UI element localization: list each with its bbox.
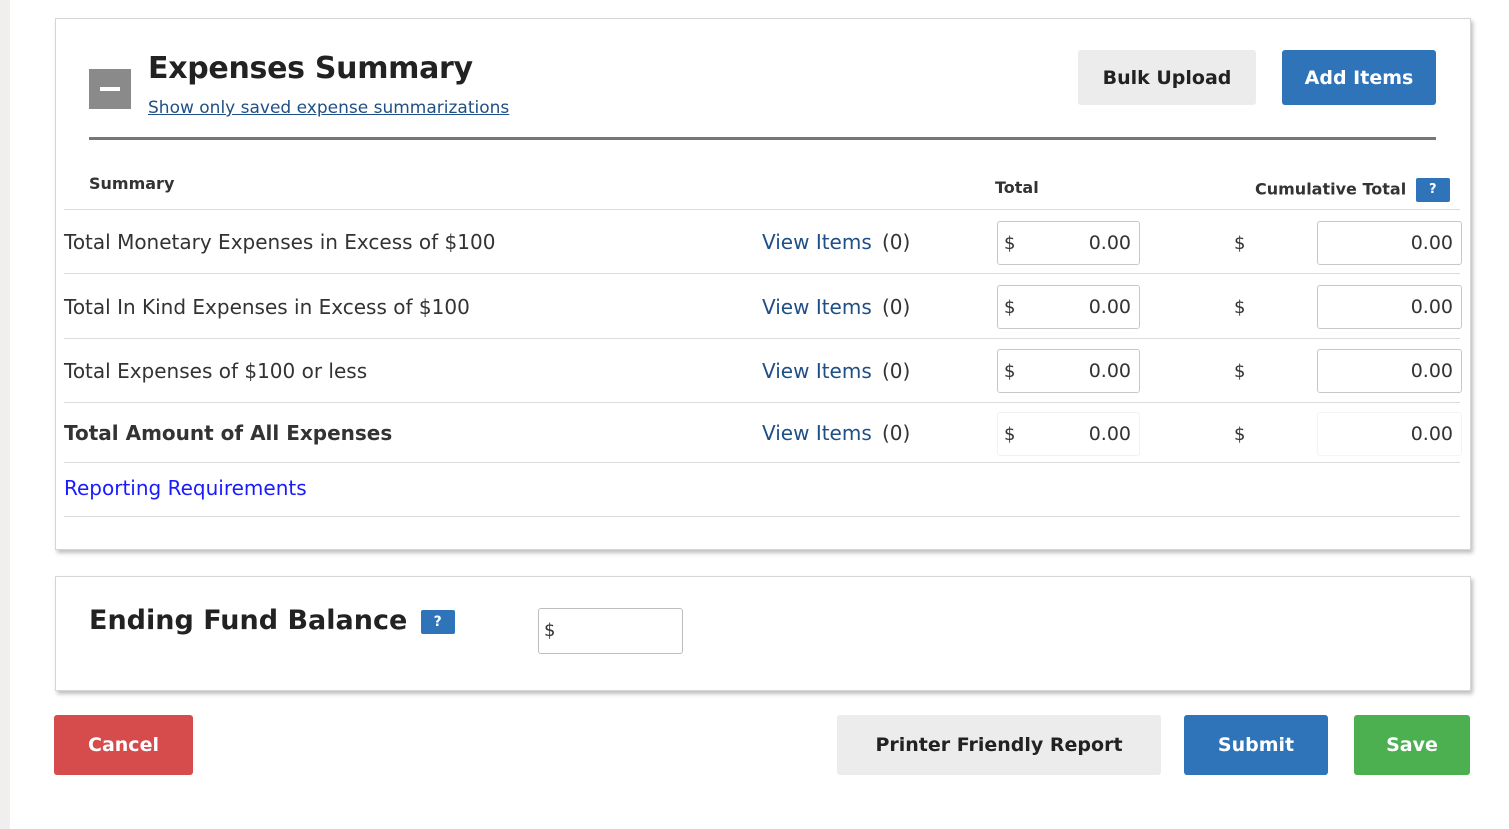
cumulative-total-field[interactable]: [1317, 285, 1462, 329]
header-divider: [89, 137, 1436, 140]
item-count: (0): [882, 230, 911, 254]
item-count: (0): [882, 421, 911, 445]
show-saved-summarizations-link[interactable]: Show only saved expense summarizations: [148, 98, 509, 118]
row-label: Total Expenses of $100 or less: [64, 359, 368, 383]
printer-friendly-report-button[interactable]: Printer Friendly Report: [837, 715, 1161, 775]
collapse-toggle-button[interactable]: [89, 69, 131, 109]
total-field[interactable]: $: [997, 221, 1140, 265]
column-header-cumulative-total: Cumulative Total ?: [1255, 178, 1450, 202]
add-items-button[interactable]: Add Items: [1282, 50, 1436, 105]
cumulative-total-readonly: [1333, 421, 1453, 447]
expenses-summary-panel: Expenses Summary Show only saved expense…: [55, 18, 1471, 550]
cumulative-total-input[interactable]: [1333, 230, 1453, 256]
row-label: Total In Kind Expenses in Excess of $100: [64, 295, 470, 319]
currency-symbol: $: [1004, 233, 1016, 254]
item-count: (0): [882, 295, 911, 319]
total-input[interactable]: [1031, 358, 1131, 384]
view-items-link[interactable]: View Items: [762, 359, 872, 383]
fund-help-icon[interactable]: ?: [420, 609, 455, 634]
table-row: Total Expenses of $100 or less View Item…: [64, 338, 1462, 403]
cumulative-total-field[interactable]: [1317, 349, 1462, 393]
total-input[interactable]: [1031, 230, 1131, 256]
cumulative-total-input[interactable]: [1333, 294, 1453, 320]
bulk-upload-button[interactable]: Bulk Upload: [1078, 50, 1256, 105]
column-header-total: Total: [995, 178, 1039, 197]
total-value: $: [997, 412, 1140, 456]
cumulative-currency-symbol: $: [1234, 361, 1246, 382]
submit-button[interactable]: Submit: [1184, 715, 1328, 775]
cumulative-currency-symbol: $: [1234, 233, 1246, 254]
cumulative-total-field[interactable]: [1317, 221, 1462, 265]
total-input[interactable]: [1031, 294, 1131, 320]
currency-symbol: $: [1004, 361, 1016, 382]
table-row: Total Monetary Expenses in Excess of $10…: [64, 209, 1462, 274]
cumulative-total-value: [1317, 412, 1462, 456]
ending-fund-balance-field[interactable]: $: [538, 608, 683, 654]
row-divider: [64, 462, 1460, 463]
fund-title-label: Ending Fund Balance: [89, 605, 408, 636]
section-title: Expenses Summary: [148, 51, 473, 86]
table-bottom-divider: [64, 516, 1460, 517]
currency-symbol: $: [544, 620, 556, 641]
reporting-requirements-link[interactable]: Reporting Requirements: [64, 476, 307, 500]
total-field[interactable]: $: [997, 349, 1140, 393]
currency-symbol: $: [1004, 424, 1016, 445]
cumulative-total-label: Cumulative Total: [1255, 179, 1407, 199]
minus-icon: [100, 87, 120, 91]
row-label: Total Amount of All Expenses: [64, 421, 393, 445]
row-label: Total Monetary Expenses in Excess of $10…: [64, 230, 496, 254]
cancel-button[interactable]: Cancel: [54, 715, 193, 775]
view-items-link[interactable]: View Items: [762, 295, 872, 319]
view-items-link[interactable]: View Items: [762, 230, 872, 254]
column-header-summary: Summary: [89, 174, 175, 193]
save-button[interactable]: Save: [1354, 715, 1470, 775]
item-count: (0): [882, 359, 911, 383]
table-row-total: Total Amount of All Expenses View Items …: [64, 402, 1462, 463]
view-items-link[interactable]: View Items: [762, 421, 872, 445]
total-field[interactable]: $: [997, 285, 1140, 329]
cumulative-currency-symbol: $: [1234, 297, 1246, 318]
cumulative-total-input[interactable]: [1333, 358, 1453, 384]
table-row: Total In Kind Expenses in Excess of $100…: [64, 273, 1462, 338]
currency-symbol: $: [1004, 297, 1016, 318]
cumulative-currency-symbol: $: [1234, 424, 1246, 445]
total-readonly: [1031, 421, 1131, 447]
fund-title: Ending Fund Balance ?: [89, 605, 455, 636]
ending-fund-balance-panel: Ending Fund Balance ? $: [55, 576, 1471, 691]
ending-fund-balance-input[interactable]: [561, 617, 675, 645]
cumulative-help-icon[interactable]: ?: [1415, 178, 1450, 202]
